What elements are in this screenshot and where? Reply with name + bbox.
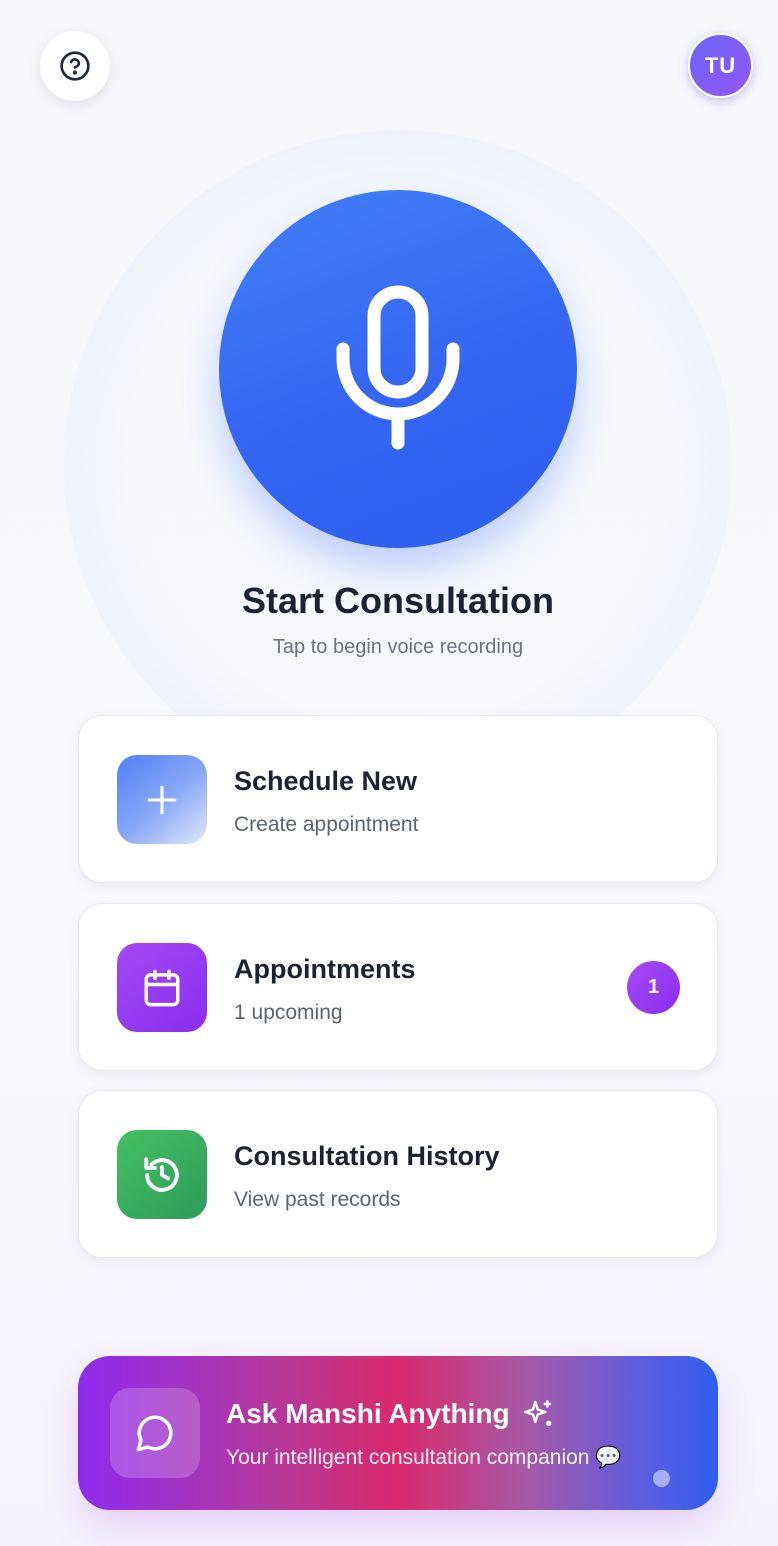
- typing-dot: [653, 1470, 670, 1487]
- appointments-card[interactable]: Appointments 1 upcoming 1: [78, 903, 718, 1071]
- schedule-new-card[interactable]: Schedule New Create appointment: [78, 715, 718, 883]
- start-consultation-mic-button[interactable]: [219, 190, 577, 548]
- avatar-initials: TU: [704, 52, 737, 78]
- sparkles-icon: [523, 1400, 551, 1426]
- calendar-icon: [144, 969, 180, 1006]
- ask-title: Ask Manshi Anything: [226, 1398, 554, 1430]
- ask-icon-tile: [110, 1388, 200, 1478]
- card-title: Consultation History: [234, 1141, 500, 1171]
- ask-subtitle: Your intelligent consultation companion …: [226, 1446, 622, 1469]
- history-icon: [144, 1156, 179, 1192]
- appointments-count-badge: 1: [627, 961, 680, 1014]
- page-subtitle: Tap to begin voice recording: [272, 636, 524, 658]
- question-circle-icon: [60, 51, 90, 81]
- card-subtitle: Create appointment: [234, 813, 419, 836]
- appointments-icon-tile: [117, 943, 207, 1032]
- ask-title-text: Ask Manshi Anything: [226, 1398, 510, 1429]
- consultation-history-card[interactable]: Consultation History View past records: [78, 1090, 718, 1258]
- chat-bubble-icon: [136, 1415, 173, 1452]
- history-icon-tile: [117, 1130, 207, 1219]
- card-subtitle: View past records: [234, 1188, 401, 1211]
- card-title: Appointments: [234, 954, 416, 984]
- help-button[interactable]: [40, 31, 110, 101]
- card-title: Schedule New: [234, 766, 418, 796]
- card-subtitle: 1 upcoming: [234, 1001, 343, 1024]
- plus-icon: [147, 785, 177, 814]
- ask-manshi-card[interactable]: Ask Manshi Anything Your intelligent con…: [78, 1356, 718, 1510]
- page-title: Start Consultation: [242, 580, 554, 621]
- schedule-icon-tile: [117, 755, 207, 844]
- user-avatar[interactable]: TU: [688, 33, 753, 98]
- microphone-icon: [336, 285, 460, 450]
